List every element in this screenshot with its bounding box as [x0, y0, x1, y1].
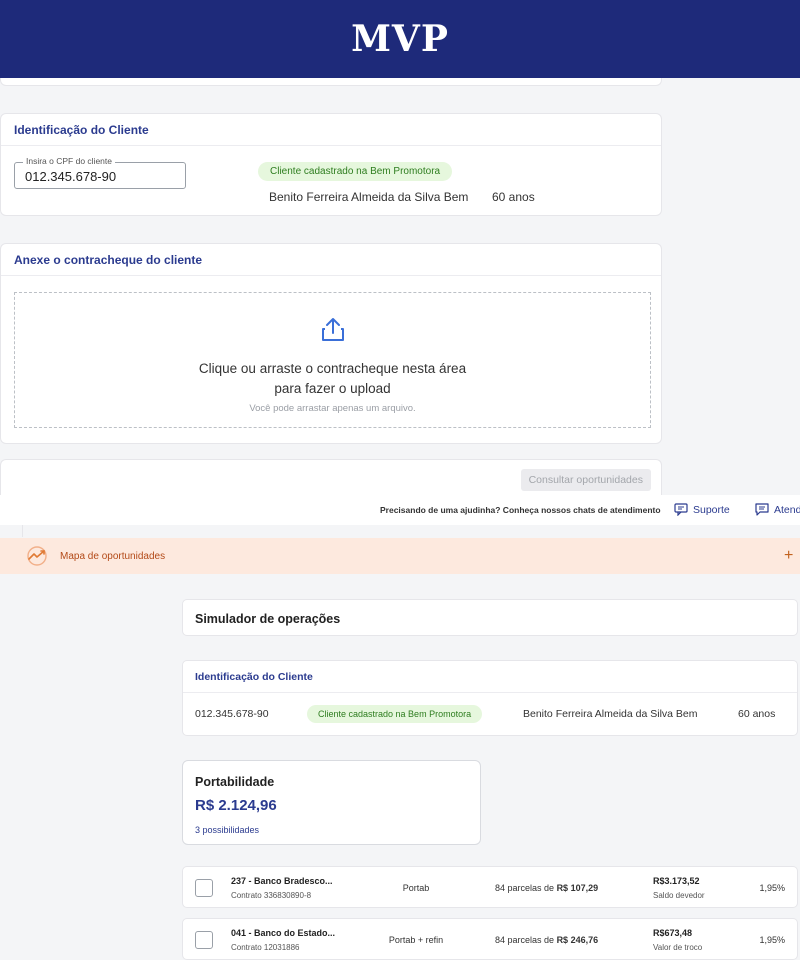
opportunity-chart-icon — [27, 546, 47, 566]
contract-amount: R$3.173,52 — [653, 876, 700, 886]
installments-prefix: 84 parcelas de — [495, 935, 555, 945]
cpf-input[interactable] — [25, 169, 175, 184]
upload-hint: Você pode arrastar apenas um arquivo. — [249, 403, 416, 414]
app-header: MVP — [0, 0, 800, 78]
upload-instructions-line2: para fazer o upload — [274, 381, 391, 396]
contract-checkbox[interactable] — [195, 931, 213, 949]
card-title: Identificação do Cliente — [195, 671, 313, 683]
installments-prefix: 84 parcelas de — [495, 883, 555, 893]
interest-rate: 1,95% — [759, 935, 785, 945]
possibilities-count: 3 possibilidades — [195, 825, 260, 835]
client-name: Benito Ferreira Almeida da Silva Bem — [269, 190, 469, 204]
interest-rate: 1,95% — [759, 883, 785, 893]
contract-amount-label: Valor de troco — [653, 943, 703, 952]
card-header: Identificação do Cliente — [1, 114, 661, 146]
client-age: 60 anos — [492, 190, 535, 204]
attendance-link-label: Atend — [774, 503, 800, 516]
upload-dropzone[interactable]: Clique ou arraste o contracheque nesta á… — [14, 292, 651, 428]
help-text: Precisando de uma ajudinha? Conheça noss… — [380, 505, 661, 515]
divider — [22, 525, 23, 537]
client-age: 60 anos — [738, 708, 776, 720]
client-identification-card: Identificação do Cliente Insira o CPF do… — [0, 113, 662, 216]
simulator-title: Simulador de operações — [195, 612, 341, 626]
upload-icon — [322, 318, 344, 341]
support-link-label: Suporte — [693, 503, 730, 516]
client-registered-badge: Cliente cadastrado na Bem Promotora — [258, 162, 453, 181]
portability-value: R$ 2.124,96 — [195, 797, 277, 814]
operation-type: Portab — [402, 883, 430, 893]
client-registered-badge: Cliente cadastrado na Bem Promotora — [307, 705, 483, 723]
upload-instructions: Clique ou arraste o contracheque nesta á… — [15, 359, 650, 399]
expand-plus-icon[interactable]: + — [784, 547, 793, 565]
opportunity-map-bar[interactable]: Mapa de oportunidades + — [0, 538, 800, 574]
contract-amount: R$673,48 — [653, 928, 693, 938]
contract-amount-label: Saldo devedor — [653, 891, 705, 900]
installments: 84 parcelas de R$ 107,29 — [495, 883, 598, 893]
operation-type: Portab + refin — [388, 935, 444, 945]
chat-icon — [755, 503, 769, 516]
client-name: Benito Ferreira Almeida da Silva Bem — [523, 708, 698, 720]
support-chat-link[interactable]: Suporte — [674, 503, 730, 516]
previous-card-stub — [0, 78, 662, 86]
cpf-field[interactable]: Insira o CPF do cliente — [14, 156, 186, 189]
bank-name: 237 - Banco Bradesco... — [231, 876, 333, 886]
client-cpf: 012.345.678-90 — [195, 708, 269, 720]
contract-row: 041 - Banco do Estado... Contrato 120318… — [182, 918, 798, 960]
card-header: Identificação do Cliente — [183, 661, 797, 693]
portability-title: Portabilidade — [195, 775, 275, 789]
simulator-title-card: Simulador de operações — [182, 599, 798, 636]
app-title: MVP — [351, 18, 449, 60]
paycheck-upload-card: Anexe o contracheque do cliente Clique o… — [0, 243, 662, 444]
support-icon — [674, 503, 688, 516]
contract-number: Contrato 336830890-8 — [231, 891, 312, 900]
actions-card: Consultar oportunidades — [0, 459, 662, 499]
opportunity-map-label: Mapa de oportunidades — [60, 551, 166, 562]
card-header: Anexe o contracheque do cliente — [1, 244, 661, 276]
installment-value: R$ 246,76 — [556, 935, 599, 945]
contract-row: 237 - Banco Bradesco... Contrato 3368308… — [182, 866, 798, 908]
contract-number: Contrato 12031886 — [231, 943, 300, 952]
installment-value: R$ 107,29 — [556, 883, 599, 893]
installments: 84 parcelas de R$ 246,76 — [495, 935, 598, 945]
help-bar: Precisando de uma ajudinha? Conheça noss… — [0, 495, 800, 525]
contract-checkbox[interactable] — [195, 879, 213, 897]
card-title: Identificação do Cliente — [14, 122, 149, 137]
consult-opportunities-button[interactable]: Consultar oportunidades — [520, 469, 651, 491]
bank-name: 041 - Banco do Estado... — [231, 928, 336, 938]
upload-instructions-line1: Clique ou arraste o contracheque nesta á… — [198, 361, 467, 376]
cpf-field-label: Insira o CPF do cliente — [23, 156, 115, 166]
attendance-chat-link[interactable]: Atend — [755, 503, 800, 516]
simulator-client-card: Identificação do Cliente 012.345.678-90 … — [182, 660, 798, 736]
portability-summary-card[interactable]: Portabilidade R$ 2.124,96 3 possibilidad… — [182, 760, 481, 845]
card-title: Anexe o contracheque do cliente — [14, 252, 203, 267]
